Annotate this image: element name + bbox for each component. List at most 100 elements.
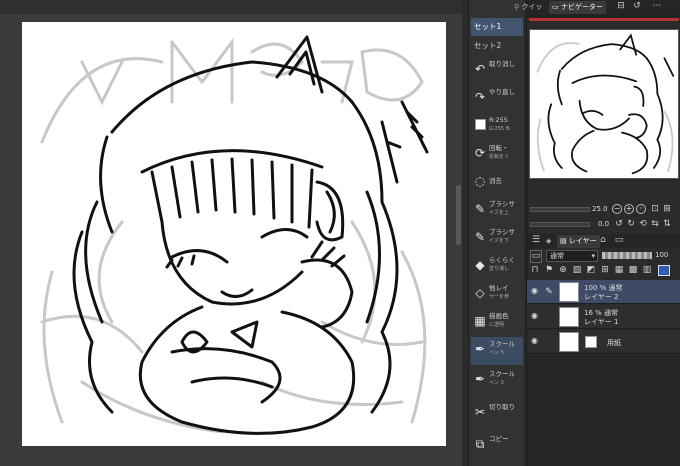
layer-row-2[interactable]: ◉ ✎ 100 % 通常 レイヤー 2 (527, 280, 680, 304)
pen-icon: ✒ (474, 342, 486, 356)
easy-fill-button[interactable]: ◆ らくらく塗り潰し (471, 253, 523, 281)
color-swatch (475, 119, 486, 130)
redo-button[interactable]: ↷ やり直し (471, 85, 523, 113)
ref-layer-icon[interactable]: ⚑ (544, 265, 554, 276)
pen5-sub: ペン 5 (489, 350, 504, 356)
brush-size-up-icon: ✎ (474, 202, 486, 216)
navigator-accent-bar (529, 18, 679, 21)
top-strip (0, 0, 462, 14)
color-gb-label: G:255 B: (489, 126, 511, 132)
pen-icon: ✒ (474, 372, 486, 386)
school-pen-5-button[interactable]: ✒ スクールペン 5 (471, 337, 523, 365)
pen5-label: スクール (489, 340, 515, 348)
fill-ref-label: 他レイ (489, 284, 509, 292)
chevron-down-icon: ▾ (591, 252, 595, 260)
navigator-icon: ▭ (552, 3, 559, 11)
fill-sub: 塗り潰し (489, 266, 510, 272)
brush-size-up-button[interactable]: ✎ ブラシサ イズを上 (471, 197, 523, 225)
fill-icon: ◆ (475, 258, 485, 272)
fill-ref-sub: ヤーを参 (489, 294, 510, 300)
rotate-sub: 反転をリ (489, 154, 510, 160)
pen3-sub: ペン 3 (489, 380, 504, 386)
layer-row-1[interactable]: ◉ 16 % 通常 レイヤー 1 (527, 305, 680, 329)
checker-icon[interactable]: ▥ (642, 265, 652, 276)
brush-down-label: ブラシサ (489, 228, 515, 236)
color-r-label: R:255 (489, 116, 508, 124)
tab-navigator[interactable]: ▭ ナビゲーター (549, 1, 606, 14)
layer-row-paper[interactable]: ◉ 用紙 (527, 330, 680, 354)
opacity-value: 100 (655, 251, 669, 259)
undo-label: 取り消し (489, 60, 515, 68)
layer-name: 用紙 (607, 339, 621, 347)
tab-layer[interactable]: ▤ レイヤー (557, 235, 600, 248)
canvas-area[interactable] (0, 0, 462, 466)
panel-menu-icon[interactable]: ⋯ (651, 1, 663, 12)
set-tab-1[interactable]: セット1 (471, 18, 523, 36)
layer-thumbnail (559, 332, 579, 352)
rotate-left-icon[interactable]: ↺ (614, 219, 624, 230)
fill-ref-button[interactable]: ◇ 他レイヤーを参 (471, 281, 523, 309)
school-pen-3-button[interactable]: ✒ スクール ペン 3 (471, 367, 523, 395)
undo-button[interactable]: ↶ 取り消し (471, 57, 523, 85)
zoom-value: 25.0 (592, 205, 608, 213)
blend-mode-select[interactable]: 通常 ▾ (546, 250, 598, 262)
flip-v-icon[interactable]: ⇅ (662, 219, 672, 230)
blend-mode-value: 通常 (550, 252, 564, 260)
tab-quick[interactable]: ⚲ クイッ (511, 1, 545, 14)
rotate-value: 0.0 (598, 220, 610, 228)
layer-color-icon[interactable]: ▭ (530, 250, 542, 263)
lock-icon[interactable]: ⊕ (558, 265, 568, 276)
set-tab-2[interactable]: セット2 (471, 37, 523, 55)
erase-label: 消去 (489, 177, 502, 185)
drawing-canvas[interactable] (22, 22, 446, 446)
eye-icon[interactable]: ◉ (531, 312, 541, 320)
layer-name: レイヤー 2 (584, 293, 619, 301)
brush-size-down-button[interactable]: ✎ ブラシサ イズを下 (471, 225, 523, 253)
navigator-thumbnail (536, 33, 675, 175)
layer-search-icon[interactable]: ▭ (613, 235, 625, 246)
layer-toolbar: ⊓ ⚑ ⊕ ▨ ◩ ⊞ ▦ ▩ ▥ (530, 265, 680, 277)
fill-label: らくらく (489, 256, 515, 264)
rotate-right-icon[interactable]: ↻ (626, 219, 636, 230)
eye-icon[interactable]: ◉ (531, 287, 541, 295)
clip-icon[interactable]: ⊓ (530, 265, 540, 276)
right-panel: ⚲ クイッ ▭ ナビゲーター ⊟ ↺ ⋯ 25.0 − + ◦ ⊡ ⊞ 0.0 … (514, 0, 680, 466)
history-icon[interactable]: ↺ (631, 1, 643, 12)
layer-color-change-icon[interactable]: ▩ (628, 265, 638, 276)
ruler-icon[interactable]: ⊞ (600, 265, 610, 276)
pencil-icon: ✎ (545, 287, 553, 297)
draw-color-swatch[interactable] (658, 265, 670, 276)
actual-size-icon[interactable]: ◦ (636, 204, 646, 214)
layer-stack-icon: ☰ (531, 235, 541, 245)
opacity-slider[interactable] (602, 252, 652, 259)
zoom-in-icon[interactable]: + (624, 204, 634, 214)
zoom-slider[interactable] (530, 207, 590, 212)
eye-icon[interactable]: ◉ (531, 337, 541, 345)
tab-layer-alt[interactable]: ◈ (543, 235, 554, 248)
fit-navigator-icon[interactable]: ⊞ (662, 204, 672, 215)
fill-ref-icon: ◇ (475, 286, 485, 300)
rotate-reset-icon[interactable]: ⟲ (638, 219, 648, 230)
zoom-out-icon[interactable]: − (612, 204, 622, 214)
navigator-preview[interactable] (529, 29, 679, 179)
palette-icon[interactable]: ▦ (614, 265, 624, 276)
copy-button[interactable]: ⧉ コピー (471, 432, 523, 460)
cut-button[interactable]: ✂ 切り取り (471, 400, 523, 428)
navigator-tabbar: ⚲ クイッ ▭ ナビゲーター ⊟ ↺ ⋯ (514, 0, 680, 14)
flip-h-icon[interactable]: ⇆ (650, 219, 660, 230)
lock-transparent-icon[interactable]: ▨ (572, 265, 582, 276)
rotate-slider-row: 0.0 ↺ ↻ ⟲ ⇆ ⇅ (530, 219, 678, 229)
mask-icon[interactable]: ◩ (586, 265, 596, 276)
draw-color-button[interactable]: ▦ 描画色 に透明 (471, 309, 523, 337)
tab-navigator-label: ナビゲーター (560, 3, 603, 11)
rotate-reset-button[interactable]: ⟳ 回転・ 反転をリ (471, 141, 523, 169)
erase-button[interactable]: ◌ 消去 (471, 169, 523, 197)
canvas-scrollbar[interactable] (456, 185, 461, 245)
brush-up-sub: イズを上 (489, 210, 509, 216)
rotate-slider[interactable] (530, 222, 590, 227)
brush-size-down-icon: ✎ (474, 230, 486, 244)
fit-screen-icon[interactable]: ⊡ (650, 204, 660, 215)
material-icon[interactable]: ⌂ (597, 235, 609, 246)
color-button[interactable]: R:255 G:255 B: (471, 113, 523, 141)
layer-property-icon[interactable]: ⊟ (615, 1, 627, 12)
